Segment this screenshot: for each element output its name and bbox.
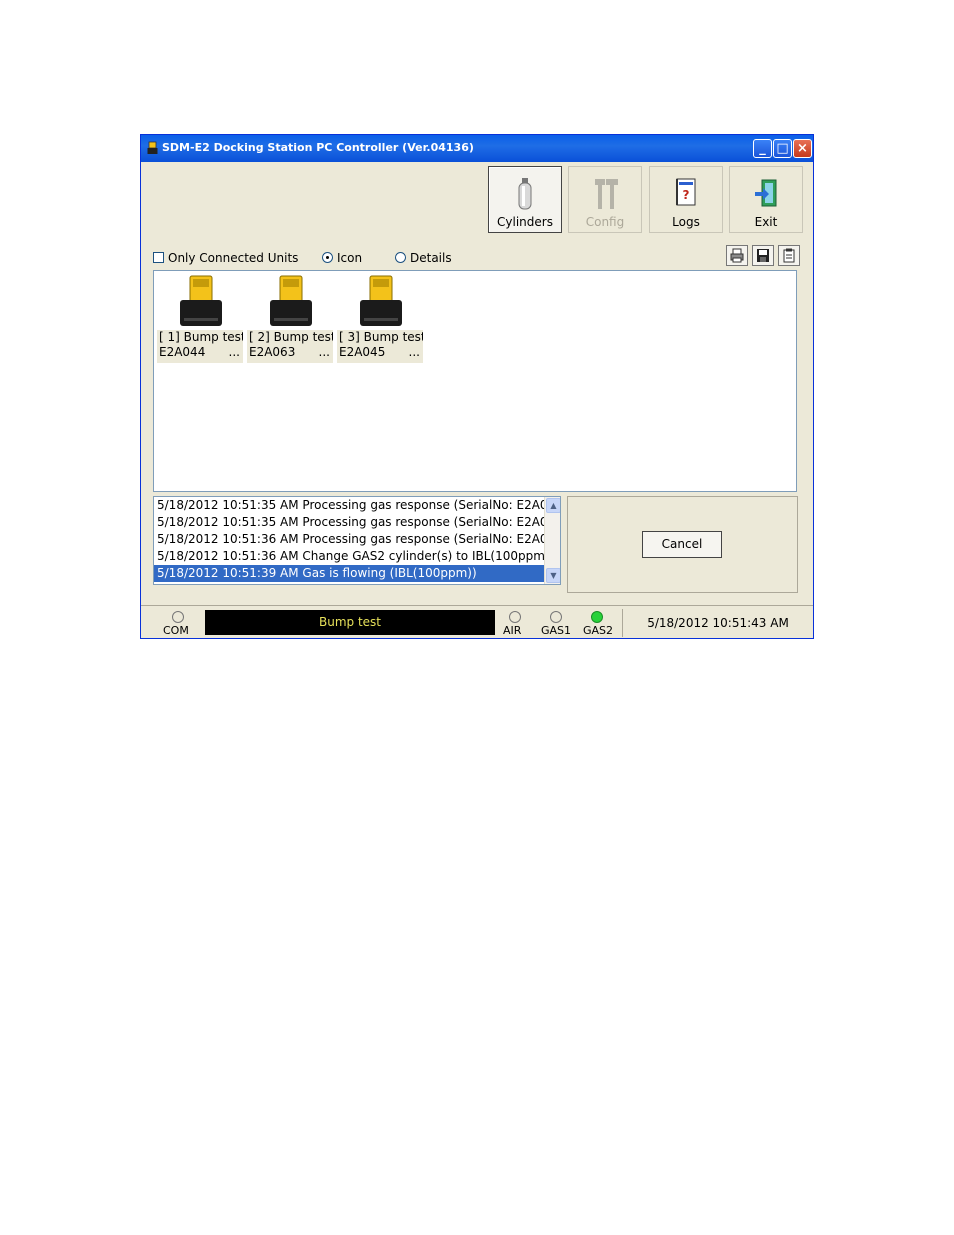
config-button[interactable]: Config bbox=[568, 166, 642, 233]
print-button[interactable] bbox=[726, 245, 748, 266]
log-scrollbar[interactable]: ▲ ▼ bbox=[544, 497, 560, 584]
logs-button[interactable]: ? Logs bbox=[649, 166, 723, 233]
log-entry[interactable]: 5/18/2012 10:51:35 AM Processing gas res… bbox=[154, 514, 547, 531]
checkbox-box[interactable] bbox=[153, 252, 164, 263]
unit-title: [ 2] Bump test bbox=[249, 330, 333, 344]
radio-unselected[interactable] bbox=[395, 252, 406, 263]
gas1-label: GAS1 bbox=[541, 624, 572, 637]
com-label: COM bbox=[163, 624, 189, 637]
details-view-radio[interactable]: Details bbox=[395, 251, 452, 265]
gas1-indicator-led bbox=[550, 611, 562, 623]
logs-label: Logs bbox=[672, 215, 700, 229]
only-connected-checkbox[interactable]: Only Connected Units bbox=[153, 251, 298, 265]
gas2-indicator-led bbox=[591, 611, 603, 623]
save-button[interactable] bbox=[752, 245, 774, 266]
title-bar[interactable]: SDM-E2 Docking Station PC Controller (Ve… bbox=[141, 135, 813, 162]
cylinders-button[interactable]: Cylinders bbox=[488, 166, 562, 233]
only-connected-label: Only Connected Units bbox=[168, 251, 299, 265]
docking-station-icon bbox=[360, 275, 402, 326]
radio-selected[interactable] bbox=[322, 252, 333, 263]
unit-more: ... bbox=[318, 345, 330, 359]
unit-caption: [ 3] Bump test E2A045... bbox=[337, 330, 423, 363]
status-display: Bump test bbox=[205, 610, 495, 635]
scroll-up-arrow[interactable]: ▲ bbox=[546, 498, 560, 513]
log-entry[interactable]: 5/18/2012 10:51:36 AM Change GAS2 cylind… bbox=[154, 548, 547, 565]
docking-unit-item[interactable]: [ 1] Bump test E2A044... bbox=[157, 274, 243, 363]
app-icon bbox=[147, 141, 158, 154]
svg-text:?: ? bbox=[683, 188, 690, 202]
scroll-down-arrow[interactable]: ▼ bbox=[546, 568, 560, 583]
docking-unit-item[interactable]: [ 2] Bump test E2A063... bbox=[247, 274, 333, 363]
window-title: SDM-E2 Docking Station PC Controller (Ve… bbox=[162, 141, 474, 154]
air-label: AIR bbox=[503, 624, 522, 637]
unit-title: [ 3] Bump test bbox=[339, 330, 423, 344]
unit-serial: E2A044 bbox=[159, 345, 206, 359]
config-label: Config bbox=[585, 215, 625, 229]
unit-caption: [ 2] Bump test E2A063... bbox=[247, 330, 333, 363]
com-indicator-led bbox=[172, 611, 184, 623]
cancel-button[interactable]: Cancel bbox=[642, 531, 722, 558]
docking-station-icon bbox=[270, 275, 312, 326]
exit-door-icon bbox=[755, 179, 777, 207]
units-list-view[interactable]: [ 1] Bump test E2A044... [ 2] Bump test … bbox=[153, 270, 797, 492]
minimize-icon: _ bbox=[759, 141, 766, 156]
docking-station-icon bbox=[180, 275, 222, 326]
gas2-label: GAS2 bbox=[583, 624, 614, 637]
printer-icon bbox=[730, 248, 744, 263]
status-datetime: 5/18/2012 10:51:43 AM bbox=[622, 609, 813, 637]
clipboard-button[interactable] bbox=[778, 245, 800, 266]
event-log-list[interactable]: 5/18/2012 10:51:35 AM Processing gas res… bbox=[153, 496, 561, 585]
log-entry[interactable]: 5/18/2012 10:51:36 AM Processing gas res… bbox=[154, 531, 547, 548]
logbook-icon: ? bbox=[676, 178, 696, 206]
air-indicator-led bbox=[509, 611, 521, 623]
icon-view-label: Icon bbox=[337, 251, 363, 265]
app-window: SDM-E2 Docking Station PC Controller (Ve… bbox=[140, 134, 814, 639]
unit-more: ... bbox=[408, 345, 420, 359]
unit-serial: E2A063 bbox=[249, 345, 296, 359]
tools-icon bbox=[595, 179, 618, 209]
exit-label: Exit bbox=[754, 215, 778, 229]
maximize-icon: □ bbox=[776, 141, 789, 156]
details-view-label: Details bbox=[410, 251, 452, 265]
maximize-button[interactable]: □ bbox=[773, 139, 792, 158]
unit-more: ... bbox=[228, 345, 240, 359]
action-panel: Cancel bbox=[567, 496, 798, 593]
unit-title: [ 1] Bump test bbox=[159, 330, 243, 344]
close-button[interactable]: × bbox=[793, 139, 812, 158]
log-entry-selected[interactable]: 5/18/2012 10:51:39 AM Gas is flowing (IB… bbox=[154, 565, 547, 582]
minimize-button[interactable]: _ bbox=[753, 139, 772, 158]
docking-unit-item[interactable]: [ 3] Bump test E2A045... bbox=[337, 274, 423, 363]
clipboard-icon bbox=[783, 248, 795, 263]
exit-button[interactable]: Exit bbox=[729, 166, 803, 233]
gas-cylinder-icon bbox=[518, 178, 532, 210]
icon-view-radio[interactable]: Icon bbox=[322, 251, 362, 265]
floppy-disk-icon bbox=[757, 249, 769, 262]
unit-serial: E2A045 bbox=[339, 345, 386, 359]
cylinders-label: Cylinders bbox=[497, 215, 553, 229]
unit-caption: [ 1] Bump test E2A044... bbox=[157, 330, 243, 363]
log-entry[interactable]: 5/18/2012 10:51:35 AM Processing gas res… bbox=[154, 497, 547, 514]
close-icon: × bbox=[797, 141, 808, 156]
